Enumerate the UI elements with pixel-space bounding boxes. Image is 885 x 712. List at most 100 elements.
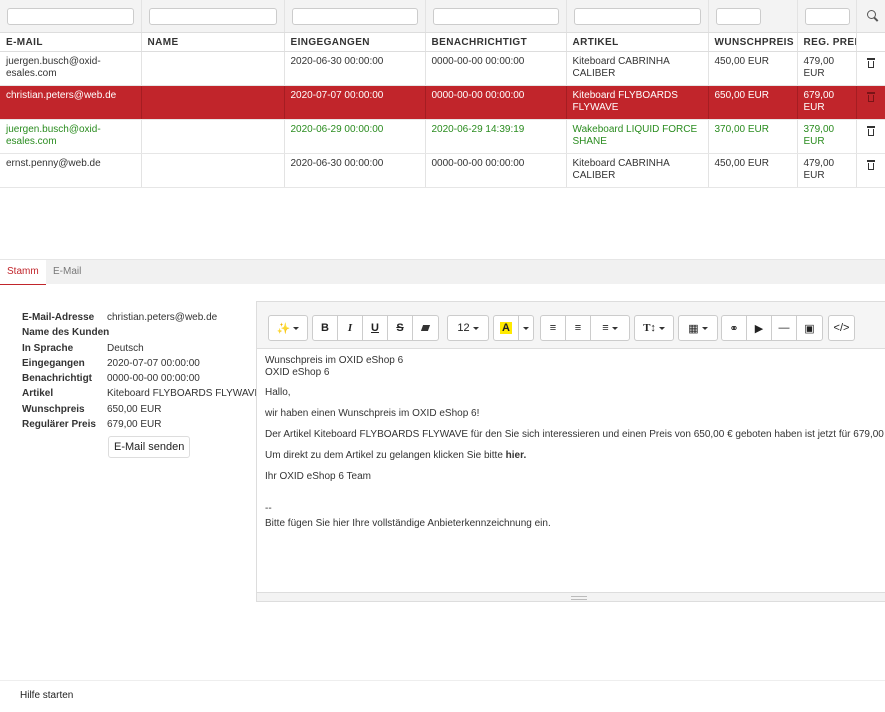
- content-signature-separator: --: [265, 503, 272, 514]
- table-button[interactable]: ▦: [679, 316, 717, 340]
- font-size-select[interactable]: 12: [448, 316, 488, 340]
- code-icon: </>: [833, 322, 850, 334]
- italic-button[interactable]: I: [338, 316, 363, 340]
- trash-icon[interactable]: [866, 58, 875, 68]
- cell-wishprice[interactable]: 450,00 EUR: [708, 51, 798, 86]
- filter-email-input[interactable]: [7, 7, 134, 25]
- column-header-wishprice[interactable]: WUNSCHPREIS: [708, 32, 798, 52]
- article-link[interactable]: hier.: [506, 450, 527, 461]
- tab-email[interactable]: E-Mail: [46, 260, 88, 284]
- received-label: Eingegangen: [22, 357, 85, 369]
- cell-received[interactable]: 2020-06-30 00:00:00: [284, 153, 426, 188]
- font-size-value: 12: [457, 322, 470, 334]
- video-button[interactable]: ▶: [747, 316, 772, 340]
- table-row[interactable]: juergen.busch@oxid-esales.com 2020-06-30…: [0, 51, 885, 86]
- cell-notified[interactable]: 0000-00-00 00:00:00: [425, 85, 567, 120]
- cell-name[interactable]: [141, 153, 285, 188]
- magic-wand-icon: ✨: [276, 322, 291, 335]
- trash-icon[interactable]: [866, 126, 875, 136]
- cell-regprice[interactable]: 479,00 EUR: [797, 153, 857, 188]
- cell-wishprice[interactable]: 370,00 EUR: [708, 119, 798, 154]
- ordered-list-button[interactable]: ≡: [566, 316, 591, 340]
- column-header-email[interactable]: E-MAIL: [0, 32, 142, 52]
- bold-button[interactable]: B: [313, 316, 338, 340]
- trash-icon[interactable]: [866, 92, 875, 102]
- cell-article[interactable]: Wakeboard LIQUID FORCE SHANE: [566, 119, 709, 154]
- cell-email[interactable]: juergen.busch@oxid-esales.com: [0, 51, 142, 86]
- details-panel: E-Mail-Adresse christian.peters@web.de Na…: [22, 310, 261, 432]
- column-header-actions: [856, 32, 885, 52]
- filter-name-input[interactable]: [148, 7, 277, 25]
- cell-regprice[interactable]: 379,00 EUR: [797, 119, 857, 154]
- filter-regprice-input[interactable]: [804, 7, 850, 25]
- table-row[interactable]: ernst.penny@web.de 2020-06-30 00:00:00 0…: [0, 153, 885, 188]
- cell-wishprice[interactable]: 450,00 EUR: [708, 153, 798, 188]
- cell-article[interactable]: Kiteboard CABRINHA CALIBER: [566, 51, 709, 86]
- cell-article[interactable]: Kiteboard CABRINHA CALIBER: [566, 153, 709, 188]
- line-height-button[interactable]: T↕: [635, 316, 673, 340]
- article-value: Kiteboard FLYBOARDS FLYWAVE: [107, 388, 262, 400]
- cell-notified[interactable]: 0000-00-00 00:00:00: [425, 51, 567, 86]
- video-icon: ▶: [754, 322, 764, 335]
- cell-name[interactable]: [141, 119, 285, 154]
- filter-wishprice-input[interactable]: [715, 7, 761, 25]
- code-view-button[interactable]: </>: [829, 316, 854, 340]
- header-row: E-MAIL NAME EINGEGANGEN BENACHRICHTIGT A…: [0, 32, 885, 52]
- strikethrough-button[interactable]: S: [388, 316, 413, 340]
- customer-name-label: Name des Kunden: [22, 327, 110, 339]
- clear-format-button[interactable]: [413, 316, 438, 340]
- filter-received-input[interactable]: [291, 7, 418, 25]
- text-color-button[interactable]: A: [494, 316, 519, 340]
- column-header-received[interactable]: EINGEGANGEN: [284, 32, 426, 52]
- style-button[interactable]: ✨: [269, 316, 307, 340]
- article-label: Artikel: [22, 388, 54, 400]
- regular-price-value: 679,00 EUR: [107, 419, 162, 431]
- column-header-regprice[interactable]: REG. PREIS: [797, 32, 857, 52]
- email-value: christian.peters@web.de: [107, 312, 218, 323]
- cell-email[interactable]: juergen.busch@oxid-esales.com: [0, 119, 142, 154]
- help-link[interactable]: Hilfe starten: [20, 690, 73, 701]
- cell-notified[interactable]: 2020-06-29 14:39:19: [425, 119, 567, 154]
- language-label: In Sprache: [22, 342, 74, 354]
- link-icon: ⚭: [729, 322, 739, 335]
- cell-regprice[interactable]: 479,00 EUR: [797, 51, 857, 86]
- text-color-dropdown[interactable]: [519, 316, 533, 340]
- media-button[interactable]: ▣: [797, 316, 822, 340]
- search-icon[interactable]: [867, 10, 877, 19]
- cell-email[interactable]: christian.peters@web.de: [0, 85, 142, 120]
- cell-received[interactable]: 2020-06-29 00:00:00: [284, 119, 426, 154]
- cell-article[interactable]: Kiteboard FLYBOARDS FLYWAVE: [566, 85, 709, 120]
- trash-icon[interactable]: [866, 160, 875, 170]
- cell-received[interactable]: 2020-07-07 00:00:00: [284, 85, 426, 120]
- email-editor: ✨ B I U S 12 A ≡ ≡ ≡ T↕ ▦ ⚭ ▶ — ▣ </> Wu…: [256, 301, 885, 602]
- link-button[interactable]: ⚭: [722, 316, 747, 340]
- bullet-list-button[interactable]: ≡: [541, 316, 566, 340]
- content-paragraph-1: wir haben einen Wunschpreis im OXID eSho…: [265, 408, 480, 419]
- cell-notified[interactable]: 0000-00-00 00:00:00: [425, 153, 567, 188]
- eraser-icon: [420, 325, 431, 331]
- notified-label: Benachrichtigt: [22, 373, 93, 385]
- received-value: 2020-07-07 00:00:00: [107, 357, 200, 369]
- cell-received[interactable]: 2020-06-30 00:00:00: [284, 51, 426, 86]
- file-image-icon: ▣: [804, 322, 815, 335]
- table-row[interactable]: juergen.busch@oxid-esales.com 2020-06-29…: [0, 119, 885, 154]
- column-header-notified[interactable]: BENACHRICHTIGT: [425, 32, 567, 52]
- editor-content[interactable]: Wunschpreis im OXID eShop 6 OXID eShop 6…: [257, 349, 885, 601]
- content-line-1: Wunschpreis im OXID eShop 6: [265, 355, 404, 366]
- horizontal-rule-button[interactable]: —: [772, 316, 797, 340]
- send-email-button[interactable]: E-Mail senden: [108, 436, 191, 458]
- paragraph-align-button[interactable]: ≡: [591, 316, 629, 340]
- column-header-article[interactable]: ARTIKEL: [566, 32, 709, 52]
- cell-regprice[interactable]: 679,00 EUR: [797, 85, 857, 120]
- cell-name[interactable]: [141, 85, 285, 120]
- cell-email[interactable]: ernst.penny@web.de: [0, 153, 142, 188]
- filter-notified-input[interactable]: [432, 7, 559, 25]
- underline-button[interactable]: U: [363, 316, 388, 340]
- editor-resize-handle[interactable]: [257, 592, 885, 601]
- cell-wishprice[interactable]: 650,00 EUR: [708, 85, 798, 120]
- table-row[interactable]: christian.peters@web.de 2020-07-07 00:00…: [0, 85, 885, 120]
- filter-article-input[interactable]: [573, 7, 701, 25]
- tab-main[interactable]: Stamm: [0, 260, 46, 285]
- cell-name[interactable]: [141, 51, 285, 86]
- column-header-name[interactable]: NAME: [141, 32, 285, 52]
